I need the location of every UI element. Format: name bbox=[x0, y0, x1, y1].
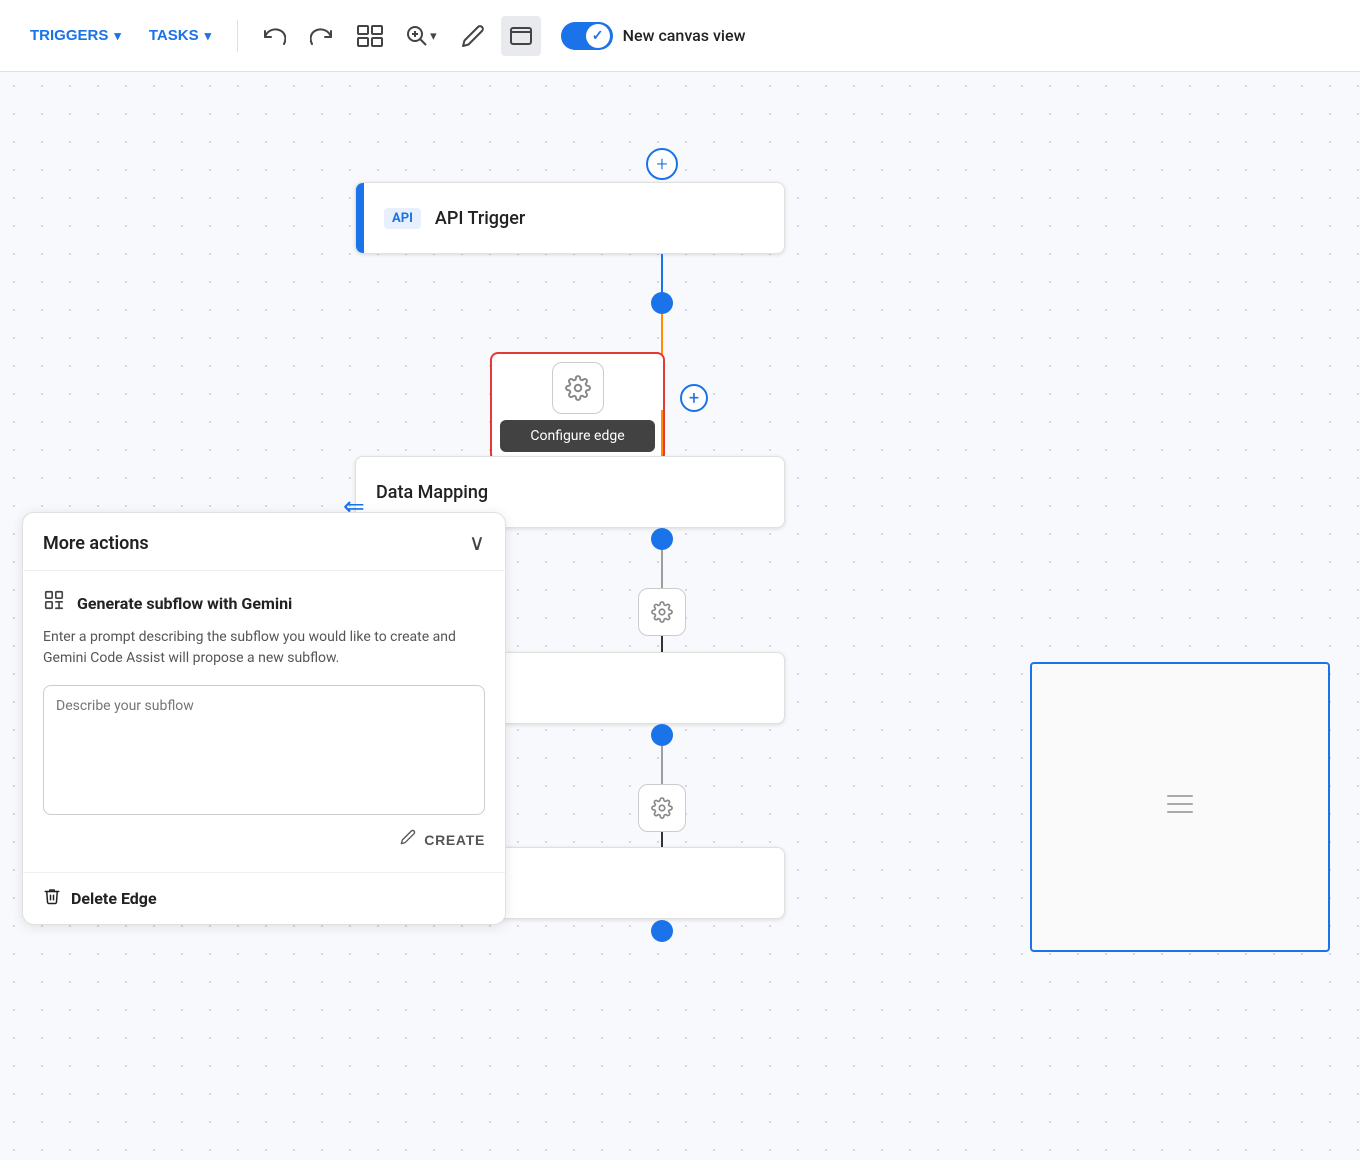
node-color-bar bbox=[356, 183, 364, 253]
panel-body: Generate subflow with Gemini Enter a pro… bbox=[23, 571, 505, 872]
triggers-button[interactable]: TRIGGERS ▾ bbox=[20, 21, 131, 50]
delete-icon bbox=[43, 887, 61, 910]
create-button[interactable]: CREATE bbox=[400, 829, 485, 850]
panel-collapse-button[interactable]: ∨ bbox=[469, 531, 485, 556]
data-mapping-title: Data Mapping bbox=[356, 482, 488, 503]
gemini-icon bbox=[43, 589, 65, 617]
connector-dot-7 bbox=[651, 920, 673, 942]
connector-dot-5 bbox=[651, 724, 673, 746]
connector-line-1 bbox=[661, 254, 663, 294]
gemini-row: Generate subflow with Gemini bbox=[43, 589, 485, 617]
connector-line-4 bbox=[661, 746, 663, 788]
api-tag: API bbox=[384, 208, 421, 229]
triggers-label: TRIGGERS bbox=[30, 27, 108, 44]
gear-node-2[interactable] bbox=[638, 588, 686, 636]
configure-edge-tooltip: Configure edge bbox=[500, 420, 655, 452]
api-trigger-title: API Trigger bbox=[435, 208, 525, 229]
connector-dot-3 bbox=[651, 528, 673, 550]
check-icon: ✓ bbox=[592, 28, 604, 44]
create-icon bbox=[400, 829, 416, 850]
configure-edge-gear bbox=[552, 362, 604, 414]
tasks-label: TASKS bbox=[149, 27, 199, 44]
gear-3-icon bbox=[651, 797, 673, 819]
canvas-area: + API API Trigger Configure edge + Data … bbox=[0, 72, 1360, 1160]
add-node-top-button[interactable]: + bbox=[646, 148, 678, 180]
tasks-button[interactable]: TASKS ▾ bbox=[139, 21, 221, 50]
undo-button[interactable] bbox=[254, 16, 294, 56]
edit-button[interactable] bbox=[453, 16, 493, 56]
more-actions-panel: More actions ∨ Generate subflow with Gem… bbox=[22, 512, 506, 925]
panel-footer[interactable]: Delete Edge bbox=[23, 872, 505, 924]
tasks-chevron-icon: ▾ bbox=[205, 28, 212, 44]
divider-1 bbox=[237, 20, 238, 52]
toolbar: TRIGGERS ▾ TASKS ▾ ▾ ✓ New canvas view bbox=[0, 0, 1360, 72]
add-node-edge-right-button[interactable]: + bbox=[680, 384, 708, 412]
new-canvas-label: New canvas view bbox=[623, 26, 746, 45]
api-trigger-node[interactable]: API API Trigger bbox=[355, 182, 785, 254]
mini-map bbox=[1030, 662, 1330, 952]
gemini-title: Generate subflow with Gemini bbox=[77, 594, 292, 613]
gear-node-3[interactable] bbox=[638, 784, 686, 832]
mini-map-icon bbox=[1164, 788, 1196, 827]
panel-header: More actions ∨ bbox=[23, 513, 505, 571]
create-label: CREATE bbox=[424, 832, 485, 848]
redo-button[interactable] bbox=[302, 16, 342, 56]
canvas-view-button[interactable] bbox=[501, 16, 541, 56]
layout-button[interactable] bbox=[350, 16, 390, 56]
gemini-description: Enter a prompt describing the subflow yo… bbox=[43, 627, 485, 669]
new-canvas-toggle[interactable]: ✓ bbox=[561, 22, 613, 50]
node-api-label-box: API API Trigger bbox=[364, 208, 545, 229]
new-canvas-toggle-area: ✓ New canvas view bbox=[561, 22, 746, 50]
connector-dot-1 bbox=[651, 292, 673, 314]
panel-title: More actions bbox=[43, 533, 149, 554]
zoom-button[interactable]: ▾ bbox=[398, 19, 445, 53]
triggers-chevron-icon: ▾ bbox=[114, 28, 121, 44]
gear-2-icon bbox=[651, 601, 673, 623]
configure-edge-node[interactable]: Configure edge bbox=[490, 352, 665, 462]
subflow-textarea[interactable] bbox=[43, 685, 485, 815]
gear-icon bbox=[565, 375, 591, 401]
zoom-chevron-icon: ▾ bbox=[430, 28, 437, 44]
toggle-knob: ✓ bbox=[586, 24, 610, 48]
create-row: CREATE bbox=[43, 819, 485, 854]
delete-label: Delete Edge bbox=[71, 889, 157, 908]
connector-line-2 bbox=[661, 550, 663, 592]
